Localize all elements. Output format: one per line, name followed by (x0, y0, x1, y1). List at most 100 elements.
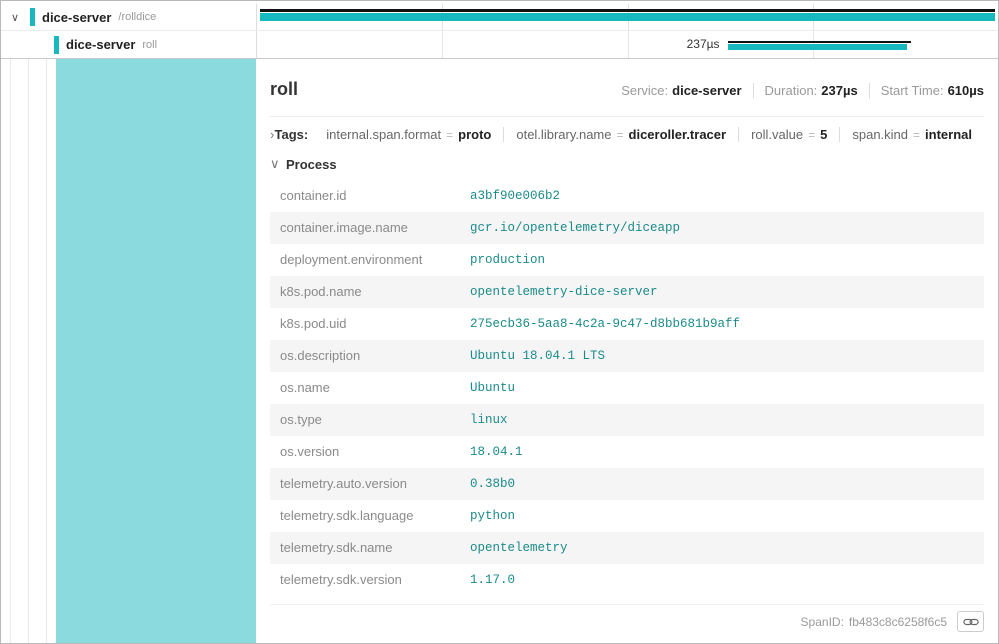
jaeger-trace-view: ∨ dice-server /rolldice dice-server roll (0, 0, 999, 644)
table-row: k8s.pod.name opentelemetry-dice-server (270, 276, 984, 308)
tag-equals: = (808, 128, 815, 142)
service-name: dice-server (42, 10, 111, 25)
meta-value: 237µs (821, 83, 857, 98)
tree-guide-line (28, 59, 29, 643)
selected-span-color-block (56, 59, 256, 643)
process-value: opentelemetry-dice-server (460, 276, 984, 308)
table-row: telemetry.sdk.version 1.17.0 (270, 564, 984, 596)
span-row-roll[interactable]: dice-server roll 237µs (1, 31, 998, 58)
span-bar-overlay[interactable] (260, 9, 995, 12)
process-key: deployment.environment (270, 244, 460, 276)
process-key: k8s.pod.uid (270, 308, 460, 340)
span-row-rolldice[interactable]: ∨ dice-server /rolldice (1, 4, 998, 31)
service-name: dice-server (66, 37, 135, 52)
process-key: os.version (270, 436, 460, 468)
meta-label: Duration: (765, 83, 818, 98)
table-row: container.image.name gcr.io/opentelemetr… (270, 212, 984, 244)
tag-item: span.kind=internal (839, 127, 984, 142)
tag-value: proto (458, 127, 491, 142)
process-table: container.id a3bf90e006b2 container.imag… (270, 180, 984, 596)
copy-link-button[interactable] (957, 611, 984, 632)
table-row: telemetry.auto.version 0.38b0 (270, 468, 984, 500)
process-accordion[interactable]: ∨ Process (270, 156, 984, 172)
process-value: opentelemetry (460, 532, 984, 564)
table-row: k8s.pod.uid 275ecb36-5aa8-4c2a-9c47-d8bb… (270, 308, 984, 340)
process-value: production (460, 244, 984, 276)
operation-name: /rolldice (118, 11, 156, 23)
trace-timeline: ∨ dice-server /rolldice dice-server roll (1, 1, 998, 59)
tag-item: otel.library.name = diceroller.tracer (503, 127, 738, 142)
collapse-chevron-icon[interactable]: ∨ (7, 11, 23, 24)
span-duration-label: 237µs (664, 37, 720, 51)
spanid-label: SpanID: (801, 615, 844, 629)
table-row: os.description Ubuntu 18.04.1 LTS (270, 340, 984, 372)
span-name-cell[interactable]: ∨ dice-server /rolldice (1, 4, 256, 30)
meta-start-time: Start Time: 610µs (869, 83, 984, 98)
process-value: Ubuntu 18.04.1 LTS (460, 340, 984, 372)
process-value: gcr.io/opentelemetry/diceapp (460, 212, 984, 244)
tag-item: internal.span.format=proto (314, 127, 503, 142)
meta-value: 610µs (948, 83, 984, 98)
span-title: roll (270, 79, 298, 100)
meta-label: Start Time: (881, 83, 944, 98)
grid-line (442, 31, 443, 58)
tag-key: internal.span.format (326, 127, 441, 142)
process-value: python (460, 500, 984, 532)
meta-duration: Duration:237µs (753, 83, 869, 98)
link-icon (963, 617, 979, 627)
table-row: deployment.environment production (270, 244, 984, 276)
span-detail-footer: SpanID: fb483c8c6258f6c5 (270, 604, 984, 640)
tag-value: 5 (820, 127, 827, 142)
span-bar-roll[interactable] (728, 44, 907, 50)
process-key: telemetry.sdk.name (270, 532, 460, 564)
process-key: container.id (270, 180, 460, 212)
meta-value: dice-server (672, 83, 741, 98)
span-indent-column (1, 59, 256, 643)
table-row: os.version 18.04.1 (270, 436, 984, 468)
tag-key: otel.library.name (516, 127, 611, 142)
span-bar-rolldice[interactable] (260, 13, 995, 21)
tree-guide-line (46, 59, 47, 643)
process-key: telemetry.sdk.version (270, 564, 460, 596)
tag-value: diceroller.tracer (629, 127, 727, 142)
span-color-chip (30, 8, 35, 26)
chevron-down-icon: ∨ (270, 156, 284, 172)
grid-line (628, 31, 629, 58)
operation-name: roll (142, 39, 157, 51)
span-detail-header: roll Service: dice-server Duration:237µs … (270, 79, 984, 100)
process-value: linux (460, 404, 984, 436)
tags-accordion[interactable]: › Tags: internal.span.format=proto otel.… (270, 116, 984, 142)
span-bar-lane (256, 4, 998, 30)
process-key: k8s.pod.name (270, 276, 460, 308)
process-value: 1.17.0 (460, 564, 984, 596)
spanid-value: fb483c8c6258f6c5 (849, 615, 947, 629)
process-key: os.type (270, 404, 460, 436)
table-row: os.type linux (270, 404, 984, 436)
process-value: 275ecb36-5aa8-4c2a-9c47-d8bb681b9aff (460, 308, 984, 340)
process-key: os.description (270, 340, 460, 372)
tag-equals: = (617, 128, 624, 142)
process-key: container.image.name (270, 212, 460, 244)
span-bar-overlay[interactable] (728, 41, 912, 43)
process-key: telemetry.sdk.language (270, 500, 460, 532)
tag-value: internal (925, 127, 972, 142)
table-row: os.name Ubuntu (270, 372, 984, 404)
tags-label: Tags: (275, 127, 309, 142)
tree-guide-line (10, 59, 11, 643)
process-value: 0.38b0 (460, 468, 984, 500)
tag-item: roll.value = 5 (738, 127, 839, 142)
process-key: os.name (270, 372, 460, 404)
table-row: container.id a3bf90e006b2 (270, 180, 984, 212)
table-row: telemetry.sdk.language python (270, 500, 984, 532)
span-bar-lane: 237µs (256, 31, 998, 58)
span-meta: Service: dice-server Duration:237µs Start… (610, 83, 984, 98)
tag-key: roll.value (751, 127, 803, 142)
span-name-cell[interactable]: dice-server roll (1, 31, 256, 58)
meta-label: Service: (621, 83, 668, 98)
span-color-chip (54, 36, 59, 54)
span-detail-panel: roll Service: dice-server Duration:237µs … (256, 59, 998, 643)
process-label: Process (286, 157, 337, 172)
process-key: telemetry.auto.version (270, 468, 460, 500)
tag-key: span.kind (852, 127, 908, 142)
table-row: telemetry.sdk.name opentelemetry (270, 532, 984, 564)
